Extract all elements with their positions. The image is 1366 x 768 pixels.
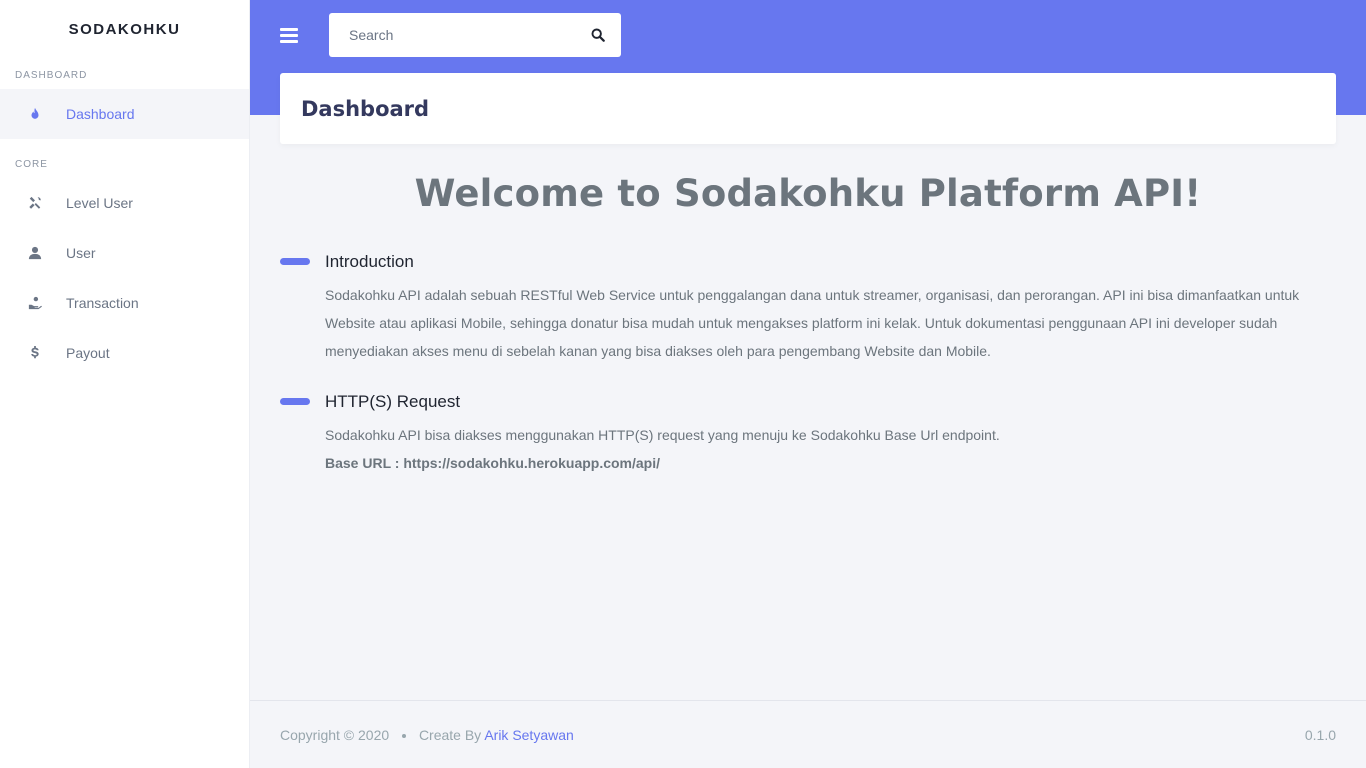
- sidebar-item-label: Level User: [66, 195, 133, 211]
- author-link[interactable]: Arik Setyawan: [484, 727, 573, 743]
- section-body: Sodakohku API adalah sebuah RESTful Web …: [325, 287, 1300, 359]
- sidebar: SODAKOHKU DASHBOARD Dashboard CORE Level…: [0, 0, 250, 768]
- sidebar-item-dashboard[interactable]: Dashboard: [0, 89, 249, 139]
- dollar-icon: [26, 344, 44, 362]
- search-box: [329, 13, 621, 57]
- user-icon: [26, 244, 44, 262]
- sidebar-item-label: Payout: [66, 345, 110, 361]
- search-icon: [591, 28, 605, 42]
- nav-heading-core: CORE: [15, 159, 48, 170]
- section-bar-decoration: [280, 258, 310, 265]
- hamburger-icon[interactable]: [280, 25, 298, 45]
- tools-icon: [26, 194, 44, 212]
- version-text: 0.1.0: [1304, 726, 1336, 743]
- sidebar-item-label: Transaction: [66, 295, 139, 311]
- sidebar-item-level-user[interactable]: Level User: [0, 178, 249, 228]
- sidebar-item-payout[interactable]: Payout: [0, 328, 249, 378]
- sidebar-item-label: User: [66, 245, 96, 261]
- bullet-separator: [402, 733, 407, 738]
- search-input[interactable]: [329, 13, 575, 57]
- sidebar-item-user[interactable]: User: [0, 228, 249, 278]
- hand-holding-coin-icon: [26, 294, 44, 312]
- section-introduction: Introduction Sodakohku API adalah sebuah…: [280, 252, 1336, 365]
- brand-logo[interactable]: SODAKOHKU: [0, 0, 249, 58]
- section-body: Sodakohku API bisa diakses menggunakan H…: [325, 427, 1000, 443]
- fire-icon: [26, 105, 44, 123]
- create-by-text: Create By: [418, 726, 482, 743]
- footer: Copyright © 2020 Create By Arik Setyawan…: [250, 700, 1366, 768]
- search-button[interactable]: [575, 13, 621, 57]
- copyright-text: Copyright © 2020: [280, 726, 390, 743]
- welcome-heading: Welcome to Sodakohku Platform API!: [414, 172, 1202, 215]
- sidebar-item-transaction[interactable]: Transaction: [0, 278, 249, 328]
- page-title: Dashboard: [301, 96, 430, 121]
- section-title: Introduction: [325, 252, 414, 271]
- section-title: HTTP(S) Request: [325, 392, 461, 411]
- nav-heading-dashboard: DASHBOARD: [15, 70, 88, 81]
- sidebar-item-label: Dashboard: [66, 106, 135, 122]
- section-bar-decoration: [280, 398, 310, 405]
- base-url: Base URL : https://sodakohku.herokuapp.c…: [325, 455, 661, 471]
- footer-left: Copyright © 2020 Create By Arik Setyawan: [280, 727, 574, 743]
- page-header: Dashboard: [280, 73, 1336, 144]
- section-http-request: HTTP(S) Request Sodakohku API bisa diaks…: [280, 392, 1336, 477]
